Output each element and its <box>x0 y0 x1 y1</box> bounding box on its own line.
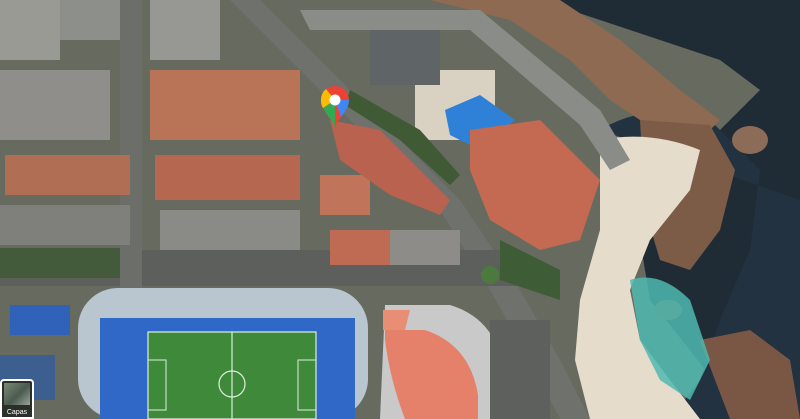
location-pin-icon[interactable] <box>320 86 350 128</box>
satellite-imagery <box>0 0 800 419</box>
roundabout <box>481 266 499 284</box>
layers-button[interactable]: Capas <box>0 379 34 419</box>
layers-label: Capas <box>6 409 28 416</box>
layers-thumbnail-icon <box>4 383 30 405</box>
football-stadium <box>78 288 368 419</box>
satellite-map[interactable]: Capas <box>0 0 800 419</box>
